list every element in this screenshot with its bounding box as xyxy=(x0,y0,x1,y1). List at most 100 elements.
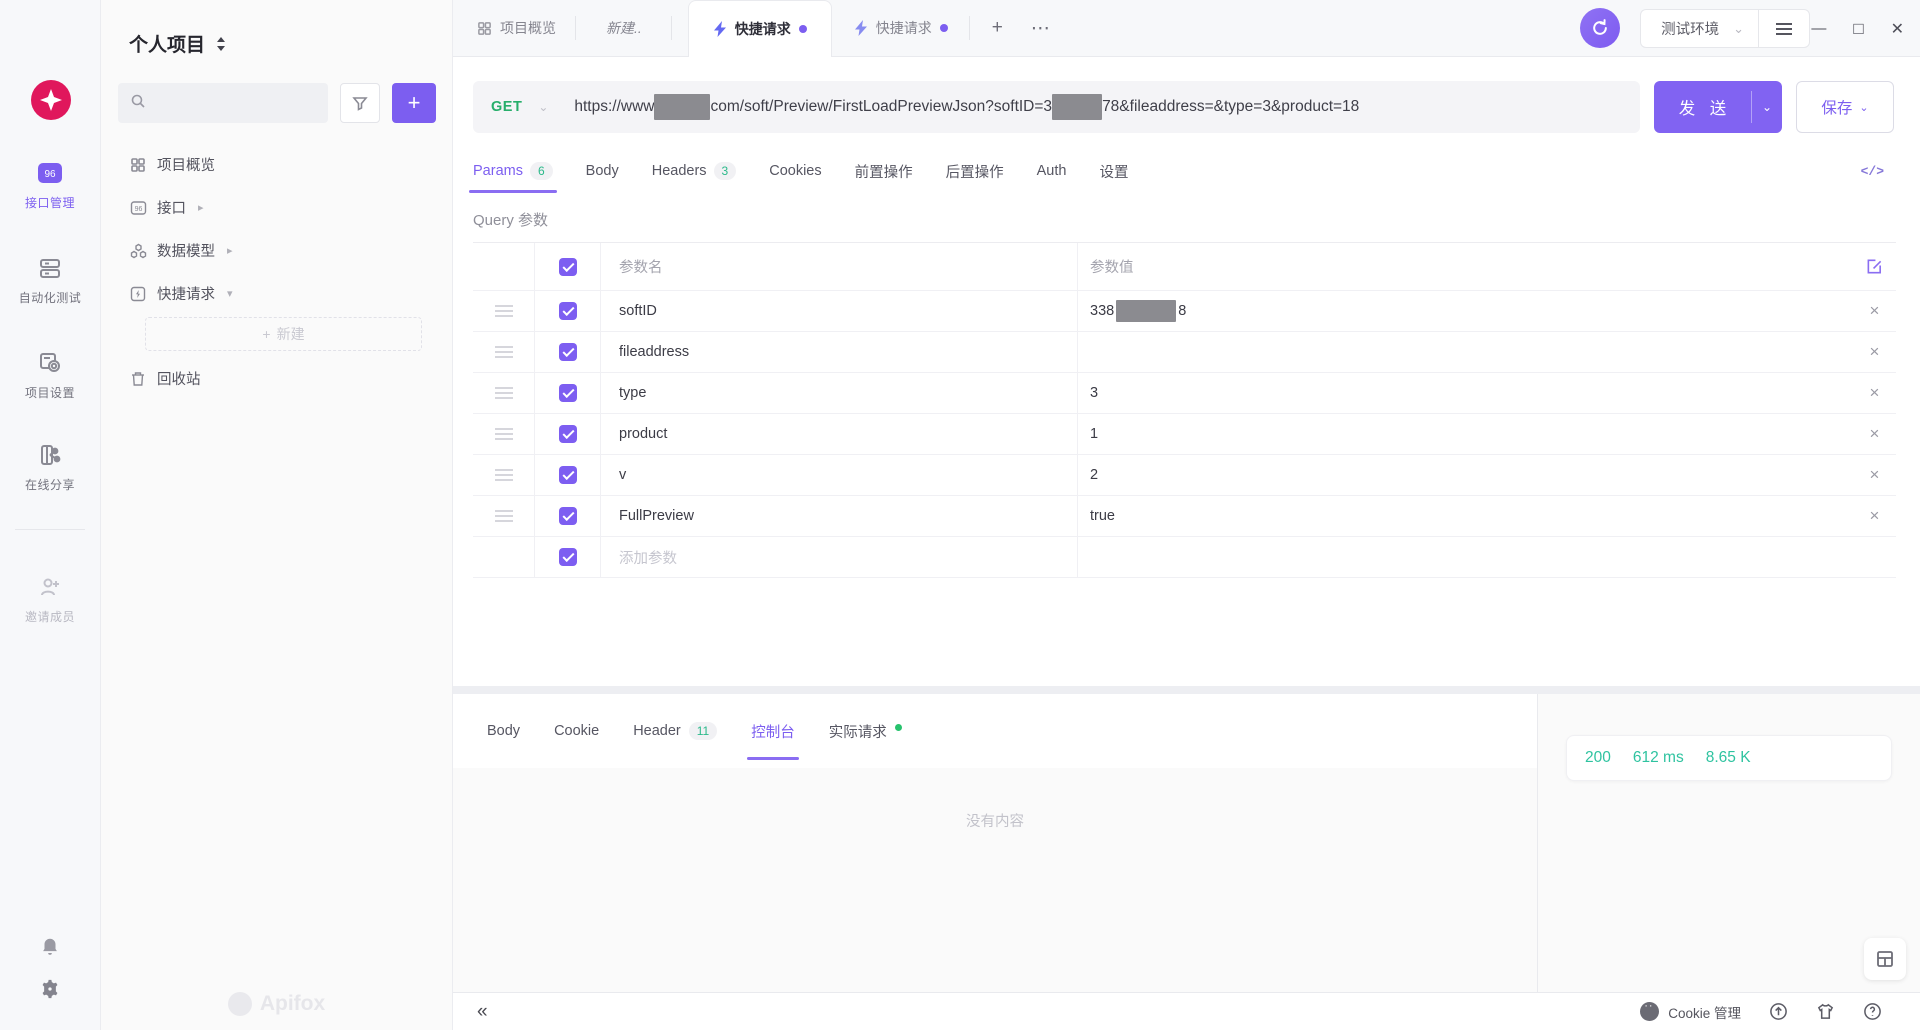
save-button[interactable]: 保存 ⌄ xyxy=(1796,81,1894,133)
sidebar-item-api-management[interactable]: 96 接口管理 xyxy=(0,160,100,211)
param-value-input[interactable]: true xyxy=(1078,496,1853,536)
drag-handle[interactable] xyxy=(495,510,513,522)
tab-project-overview[interactable]: 项目概览 xyxy=(453,0,576,56)
send-button[interactable]: 发 送 ⌄ xyxy=(1654,81,1782,133)
tab-more-button[interactable]: ⋯ xyxy=(1017,0,1064,56)
tab-response-cookie[interactable]: Cookie xyxy=(554,694,599,768)
param-checkbox[interactable] xyxy=(559,302,577,320)
bulk-edit-icon[interactable] xyxy=(1866,258,1883,275)
select-all-checkbox[interactable] xyxy=(559,258,577,276)
apifox-logo[interactable] xyxy=(31,80,71,120)
tree-item-project-overview[interactable]: 项目概览 xyxy=(101,143,452,186)
tree-item-recycle-bin[interactable]: 回收站 xyxy=(101,357,452,400)
cookie-manager-button[interactable]: Cookie 管理 xyxy=(1640,1002,1741,1022)
tree-item-api[interactable]: 96 接口 ▸ xyxy=(101,186,452,229)
collapse-sidebar-button[interactable]: « xyxy=(477,1001,488,1023)
tab-console[interactable]: 控制台 xyxy=(751,694,795,768)
status-dot xyxy=(895,724,902,731)
layout-toggle-button[interactable] xyxy=(1864,938,1906,980)
delete-param-icon[interactable]: × xyxy=(1870,383,1880,403)
tree-item-quick-request[interactable]: 快捷请求 ▾ xyxy=(101,272,452,315)
tab-settings[interactable]: 设置 xyxy=(1099,149,1128,193)
help-icon[interactable] xyxy=(1863,1002,1882,1021)
upload-circle-icon[interactable] xyxy=(1769,1002,1788,1021)
project-switcher-icon[interactable] xyxy=(215,36,227,52)
sidebar-item-online-share[interactable]: 在线分享 xyxy=(0,442,100,493)
param-name-input[interactable]: v xyxy=(601,455,1078,495)
param-value-input[interactable]: 2 xyxy=(1078,455,1853,495)
chevron-down-icon[interactable]: ⌄ xyxy=(538,100,548,114)
new-quick-request-button[interactable]: + 新建 xyxy=(145,317,422,351)
delete-param-icon[interactable]: × xyxy=(1870,424,1880,444)
drag-handle[interactable] xyxy=(495,305,513,317)
param-checkbox[interactable] xyxy=(559,384,577,402)
drag-handle[interactable] xyxy=(495,428,513,440)
maximize-button[interactable]: □ xyxy=(1853,19,1863,39)
tab-label: 快捷请求 xyxy=(735,19,791,39)
send-button-label: 发 送 xyxy=(1654,81,1751,133)
tab-headers[interactable]: Headers 3 xyxy=(652,149,737,193)
param-name-input[interactable]: product xyxy=(601,414,1078,454)
param-name-input[interactable]: softID xyxy=(601,291,1078,331)
delete-param-icon[interactable]: × xyxy=(1870,301,1880,321)
tab-cookies[interactable]: Cookies xyxy=(769,149,821,193)
environment-label[interactable]: 测试环境 xyxy=(1641,18,1733,39)
project-title[interactable]: 个人项目 xyxy=(129,30,205,57)
tab-response-body[interactable]: Body xyxy=(487,694,520,768)
tab-params[interactable]: Params 6 xyxy=(473,149,553,193)
console-empty-text: 没有内容 xyxy=(453,768,1537,992)
delete-param-icon[interactable]: × xyxy=(1870,506,1880,526)
tab-post-processors[interactable]: 后置操作 xyxy=(946,149,1004,193)
svg-text:96: 96 xyxy=(134,206,142,213)
tab-new-draft[interactable]: 新建.. xyxy=(576,0,672,56)
pane-splitter[interactable] xyxy=(453,686,1920,694)
sidebar-item-invite-members[interactable]: 邀请成员 xyxy=(0,574,100,625)
url-input[interactable]: https://wwwcom/soft/Preview/FirstLoadPre… xyxy=(574,94,1622,120)
query-params-table: 参数名 参数值 softID 338 8 × xyxy=(473,242,1896,578)
tab-pre-processors[interactable]: 前置操作 xyxy=(855,149,913,193)
chevron-down-icon[interactable]: ⌄ xyxy=(1752,81,1782,133)
param-checkbox[interactable] xyxy=(559,548,577,566)
add-new-button[interactable]: + xyxy=(392,83,436,123)
sidebar-item-automated-testing[interactable]: 自动化测试 xyxy=(0,255,100,306)
param-checkbox[interactable] xyxy=(559,425,577,443)
code-view-icon[interactable]: </> xyxy=(1861,164,1884,179)
drag-handle[interactable] xyxy=(495,469,513,481)
add-param-input[interactable]: 添加参数 xyxy=(601,537,1078,577)
chevron-down-icon[interactable]: ⌄ xyxy=(1733,21,1758,37)
tab-auth[interactable]: Auth xyxy=(1037,149,1067,193)
param-checkbox[interactable] xyxy=(559,343,577,361)
project-search-input[interactable] xyxy=(154,95,316,111)
notifications-bell-icon[interactable] xyxy=(0,936,100,958)
close-button[interactable]: ✕ xyxy=(1891,19,1904,39)
settings-gear-icon[interactable] xyxy=(0,978,100,1000)
new-tab-button[interactable]: + xyxy=(978,0,1017,56)
filter-button[interactable] xyxy=(340,83,380,123)
param-checkbox[interactable] xyxy=(559,466,577,484)
minimize-button[interactable]: — xyxy=(1811,20,1826,37)
method-select[interactable]: GET xyxy=(491,99,522,115)
tab-response-header[interactable]: Header 11 xyxy=(633,694,717,768)
param-value-input[interactable]: 3 xyxy=(1078,373,1853,413)
param-name-input[interactable]: fileaddress xyxy=(601,332,1078,372)
menu-button[interactable] xyxy=(1759,22,1809,36)
param-name-input[interactable]: type xyxy=(601,373,1078,413)
sync-refresh-button[interactable] xyxy=(1580,8,1620,48)
add-param-value-input[interactable] xyxy=(1078,537,1853,577)
param-name-input[interactable]: FullPreview xyxy=(601,496,1078,536)
theme-shirt-icon[interactable] xyxy=(1816,1002,1835,1021)
tab-quick-request-active[interactable]: 快捷请求 xyxy=(688,0,832,57)
tab-body[interactable]: Body xyxy=(586,149,619,193)
tab-actual-request[interactable]: 实际请求 xyxy=(829,694,902,768)
param-checkbox[interactable] xyxy=(559,507,577,525)
tree-item-data-models[interactable]: 数据模型 ▸ xyxy=(101,229,452,272)
param-value-input[interactable]: 338 8 xyxy=(1078,291,1853,331)
sidebar-item-project-settings[interactable]: 项目设置 xyxy=(0,350,100,401)
tab-quick-request[interactable]: 快捷请求 xyxy=(832,0,970,56)
param-value-input[interactable]: 1 xyxy=(1078,414,1853,454)
delete-param-icon[interactable]: × xyxy=(1870,465,1880,485)
delete-param-icon[interactable]: × xyxy=(1870,342,1880,362)
drag-handle[interactable] xyxy=(495,387,513,399)
drag-handle[interactable] xyxy=(495,346,513,358)
param-value-input[interactable] xyxy=(1078,332,1853,372)
